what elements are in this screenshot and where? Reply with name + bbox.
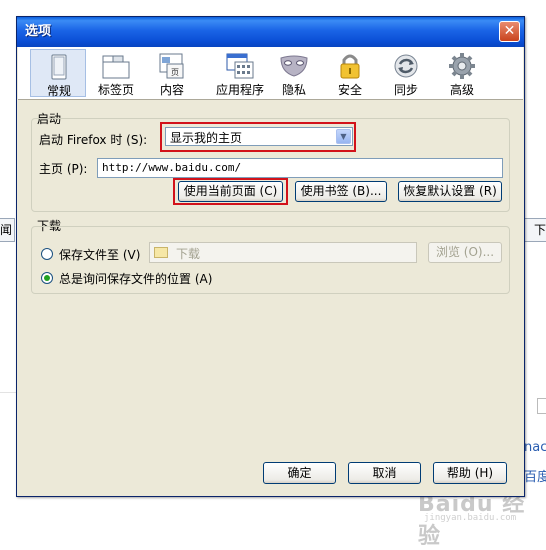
homepage-label: 主页 (P): bbox=[39, 162, 88, 176]
tab-security[interactable]: 安全 bbox=[322, 49, 378, 97]
applications-icon bbox=[226, 53, 254, 79]
sync-icon bbox=[394, 54, 418, 78]
security-icon bbox=[340, 54, 360, 79]
tab-sync-label: 同步 bbox=[393, 83, 418, 97]
tab-security-label: 安全 bbox=[337, 83, 362, 97]
tab-general[interactable]: 常规 bbox=[30, 49, 86, 98]
tab-sync[interactable]: 同步 bbox=[378, 49, 434, 97]
use-bookmark-button[interactable]: 使用书签 (B)... bbox=[295, 181, 387, 202]
dialog-title: 选项 bbox=[25, 24, 52, 39]
tab-tabs-label: 标签页 bbox=[97, 83, 134, 97]
close-button[interactable]: ✕ bbox=[499, 21, 520, 42]
use-current-page-button[interactable]: 使用当前页面 (C) bbox=[178, 181, 283, 202]
tab-content-label: 内容 bbox=[159, 83, 184, 97]
tab-content[interactable]: 页 内容 bbox=[144, 49, 200, 97]
chevron-down-icon[interactable]: ▼ bbox=[336, 129, 351, 144]
homepage-input[interactable]: http://www.baidu.com/ bbox=[97, 158, 503, 178]
download-folder-value: 下载 bbox=[176, 247, 201, 261]
background-tab-right: 下 bbox=[523, 218, 546, 242]
tab-privacy[interactable]: 隐私 bbox=[266, 49, 322, 97]
background-link-baidu[interactable]: 百度 bbox=[524, 466, 546, 485]
advanced-icon bbox=[449, 53, 475, 79]
general-icon bbox=[51, 54, 67, 80]
options-dialog: 选项 ✕ 常规 标签页 页 内容 应用程序 隐私 安全 同步 高级 启动 启动 … bbox=[16, 16, 525, 497]
background-tab-left-label: 闻 bbox=[0, 223, 13, 237]
tabs-icon bbox=[102, 55, 130, 79]
save-to-label: 保存文件至 (V) bbox=[59, 248, 141, 262]
close-icon: ✕ bbox=[503, 23, 516, 39]
background-tab-left: 闻 bbox=[0, 218, 15, 242]
tab-tabs[interactable]: 标签页 bbox=[88, 49, 144, 97]
browse-button[interactable]: 浏览 (O)... bbox=[428, 242, 502, 263]
tab-general-label: 常规 bbox=[46, 84, 71, 98]
tab-applications-label: 应用程序 bbox=[215, 83, 264, 97]
tab-applications[interactable]: 应用程序 bbox=[206, 49, 274, 97]
background-tab-right-label: 下 bbox=[533, 223, 546, 237]
ok-button[interactable]: 确定 bbox=[263, 462, 336, 484]
privacy-icon bbox=[280, 55, 308, 77]
title-bar[interactable]: 选项 ✕ bbox=[17, 17, 524, 47]
category-toolbar: 常规 标签页 页 内容 应用程序 隐私 安全 同步 高级 bbox=[18, 47, 523, 100]
help-button[interactable]: 帮助 (H) bbox=[433, 462, 507, 484]
always-ask-label: 总是询问保存文件的位置 (A) bbox=[59, 272, 213, 286]
save-to-radio[interactable] bbox=[41, 248, 53, 260]
background-box bbox=[537, 398, 546, 414]
tab-advanced-label: 高级 bbox=[449, 83, 474, 97]
background-link[interactable]: nac bbox=[524, 440, 546, 455]
tab-privacy-label: 隐私 bbox=[281, 83, 306, 97]
startup-combo-value: 显示我的主页 bbox=[170, 131, 243, 145]
background-divider bbox=[0, 392, 16, 393]
restore-default-button[interactable]: 恢复默认设置 (R) bbox=[398, 181, 502, 202]
download-folder-field[interactable]: 下载 bbox=[149, 242, 417, 263]
watermark-url: jingyan.baidu.com bbox=[424, 513, 517, 523]
tab-advanced[interactable]: 高级 bbox=[434, 49, 490, 97]
startup-combo[interactable]: 显示我的主页 ▼ bbox=[165, 127, 353, 146]
folder-icon bbox=[154, 247, 168, 258]
startup-when-label: 启动 Firefox 时 (S): bbox=[39, 133, 148, 147]
svg-text:页: 页 bbox=[171, 68, 179, 77]
cancel-button[interactable]: 取消 bbox=[348, 462, 421, 484]
content-icon: 页 bbox=[159, 53, 184, 79]
always-ask-radio[interactable] bbox=[41, 272, 53, 284]
